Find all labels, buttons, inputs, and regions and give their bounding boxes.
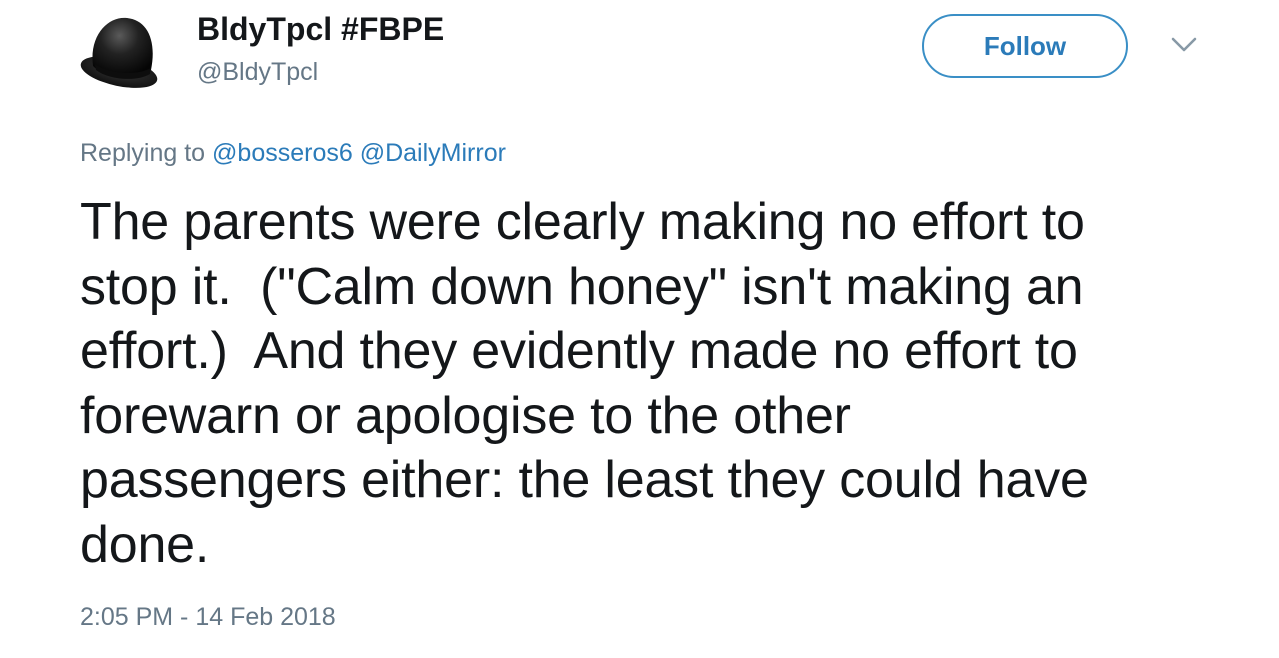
user-handle[interactable]: @BldyTpcl — [197, 57, 318, 87]
mention-link[interactable]: @bosseros6 — [212, 139, 353, 167]
tweet-text-line: forewarn or apologise to the other — [80, 386, 851, 445]
tweet-text-line: done. — [80, 515, 210, 574]
avatar[interactable] — [79, 14, 161, 92]
tweet-timestamp[interactable]: 2:05 PM - 14 Feb 2018 — [80, 602, 336, 632]
tweet-text-line: The parents were clearly making no effor… — [80, 193, 1085, 251]
tweet-text-line: stop it. ("Calm down honey" isn't making… — [80, 257, 1084, 316]
chevron-down-icon[interactable] — [1170, 34, 1198, 56]
tweet-text-line: passengers either: the least they could … — [80, 451, 1089, 509]
tweet-text-line: effort.) And they evidently made no effo… — [80, 322, 1078, 380]
follow-button[interactable]: Follow — [922, 14, 1128, 78]
mention-link[interactable]: @DailyMirror — [360, 139, 506, 167]
replying-to: Replying to @bosseros6 @DailyMirror — [80, 138, 506, 168]
bowler-hat-icon — [80, 17, 158, 88]
replying-prefix: Replying to — [80, 139, 206, 167]
tweet-text: The parents were clearly making no effor… — [80, 190, 1230, 577]
display-name[interactable]: BldyTpcl #FBPE — [197, 10, 444, 48]
